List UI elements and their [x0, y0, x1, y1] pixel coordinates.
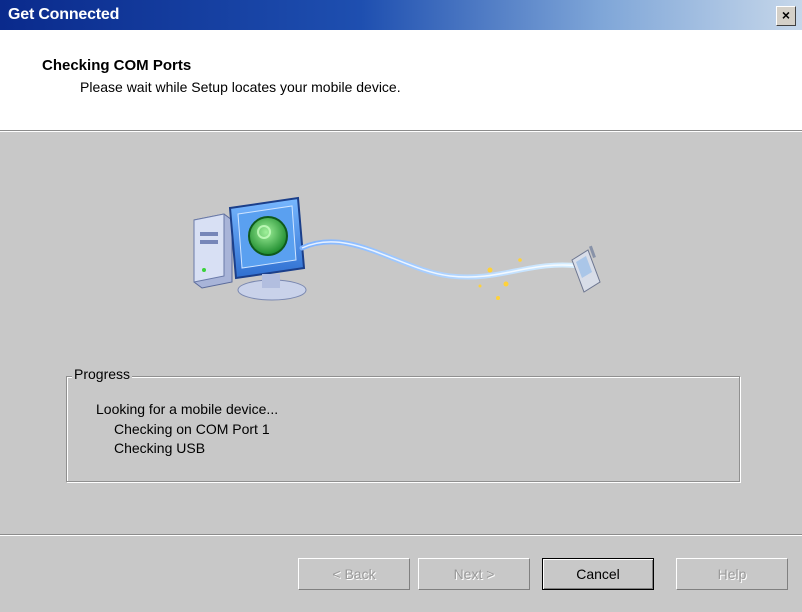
sparkle-icons [478, 258, 522, 300]
header-divider [0, 130, 802, 132]
progress-status-line: Looking for a mobile device... [96, 401, 279, 417]
help-button[interactable]: Help [676, 558, 788, 590]
page-subtitle: Please wait while Setup locates your mob… [80, 79, 401, 95]
page-title: Checking COM Ports [42, 57, 192, 74]
footer-divider [0, 534, 802, 536]
cable-line [299, 239, 583, 280]
title-bar[interactable]: Get Connected × [0, 0, 802, 30]
progress-status-line: Checking USB [114, 440, 206, 456]
progress-status-line: Checking on COM Port 1 [114, 421, 270, 437]
cancel-button[interactable]: Cancel [542, 558, 654, 590]
get-connected-dialog: Get Connected × Checking COM Ports Pleas… [0, 0, 802, 612]
computer-icon [193, 196, 307, 301]
back-button[interactable]: < Back [298, 558, 410, 590]
header-panel: Checking COM Ports Please wait while Set… [0, 30, 802, 130]
mobile-device-icon [571, 245, 601, 293]
progress-group-label: Progress [72, 366, 133, 382]
close-button[interactable]: × [776, 6, 796, 26]
next-button[interactable]: Next > [418, 558, 530, 590]
window-title: Get Connected [8, 6, 120, 23]
connection-illustration [193, 196, 601, 301]
